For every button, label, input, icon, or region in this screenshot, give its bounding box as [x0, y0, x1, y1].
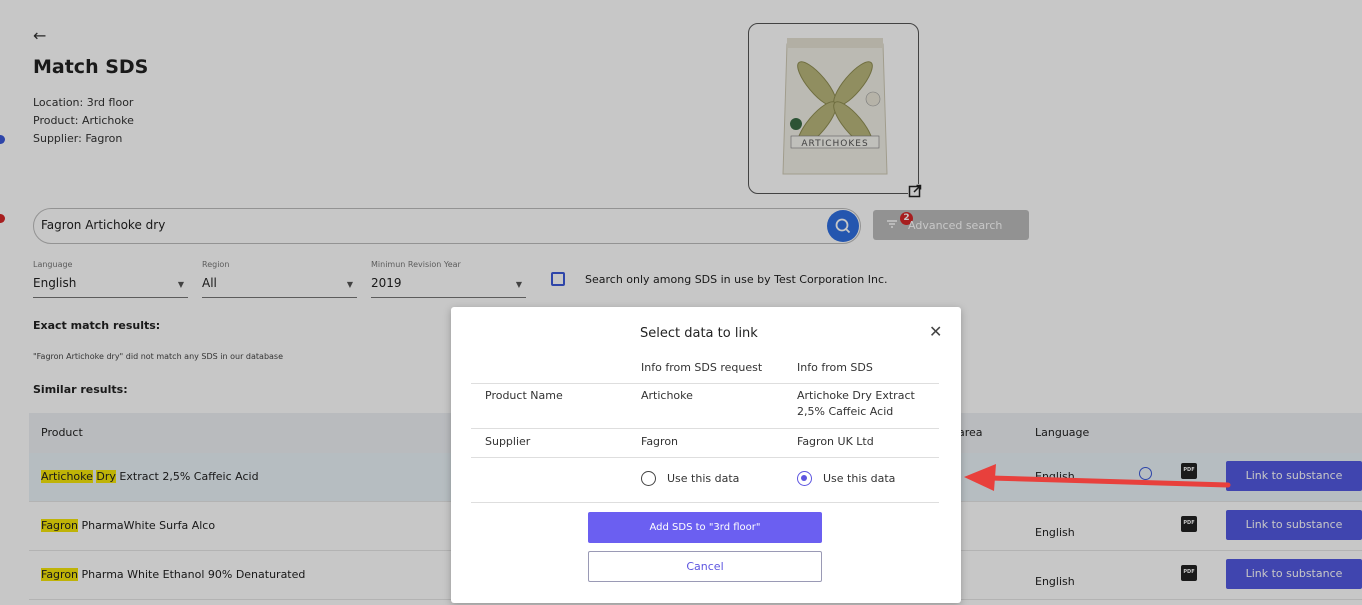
sds-supplier: Fagron UK Ltd	[797, 435, 874, 448]
use-request-data-radio[interactable]	[641, 471, 656, 486]
use-request-data-label: Use this data	[667, 472, 740, 485]
column-header-request: Info from SDS request	[641, 361, 763, 374]
close-icon[interactable]: ✕	[929, 322, 942, 341]
cancel-button[interactable]: Cancel	[588, 551, 822, 582]
row-label-product-name: Product Name	[485, 389, 563, 402]
select-data-dialog: Select data to link ✕ Info from SDS requ…	[451, 307, 961, 603]
divider	[471, 502, 939, 503]
dialog-title: Select data to link	[640, 326, 758, 341]
use-sds-data-label: Use this data	[823, 472, 896, 485]
sds-product-name-line2: 2,5% Caffeic Acid	[797, 405, 894, 418]
row-label-supplier: Supplier	[485, 435, 531, 448]
annotation-arrow-icon	[964, 464, 1231, 491]
request-product-name: Artichoke	[641, 389, 693, 402]
divider	[471, 457, 939, 458]
add-sds-button[interactable]: Add SDS to "3rd floor"	[588, 512, 822, 543]
use-sds-data-radio[interactable]	[797, 471, 812, 486]
column-header-sds: Info from SDS	[797, 361, 873, 374]
divider	[471, 428, 939, 429]
divider	[471, 383, 939, 384]
sds-product-name-line1: Artichoke Dry Extract	[797, 389, 915, 402]
request-supplier: Fagron	[641, 435, 679, 448]
